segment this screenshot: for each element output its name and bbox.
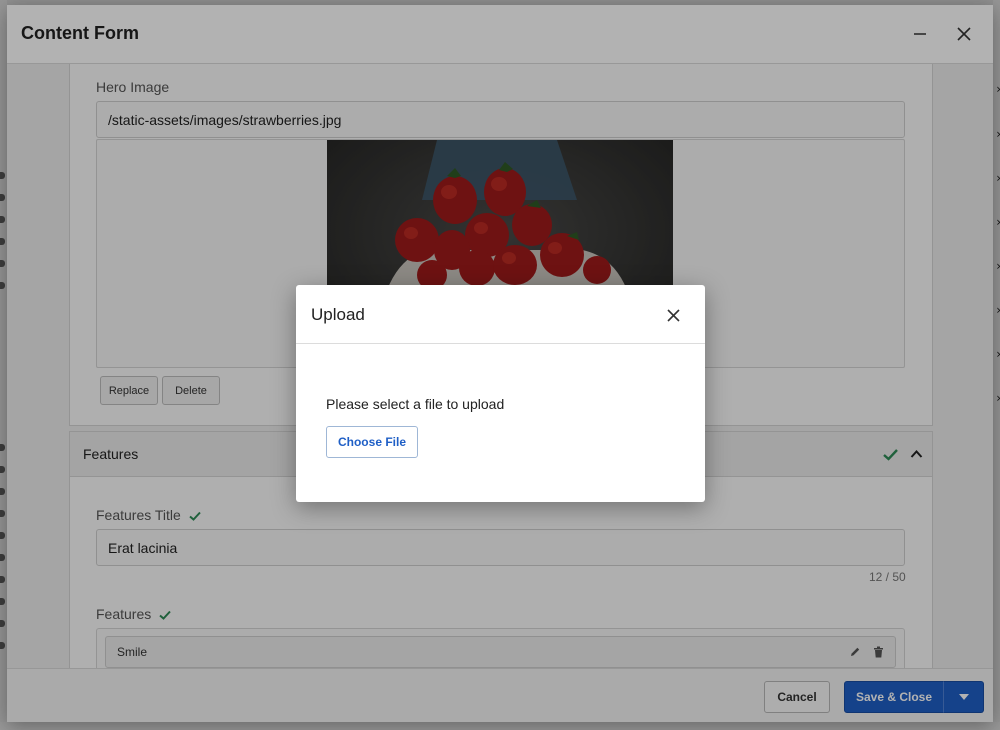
upload-close-button[interactable]	[662, 304, 684, 326]
close-icon	[666, 308, 680, 322]
upload-dialog-title: Upload	[311, 305, 365, 324]
choose-file-button[interactable]: Choose File	[326, 426, 418, 458]
upload-dialog: Upload Please select a file to upload Ch…	[296, 285, 705, 502]
upload-message: Please select a file to upload	[326, 396, 505, 412]
upload-dialog-header: Upload	[296, 285, 705, 344]
